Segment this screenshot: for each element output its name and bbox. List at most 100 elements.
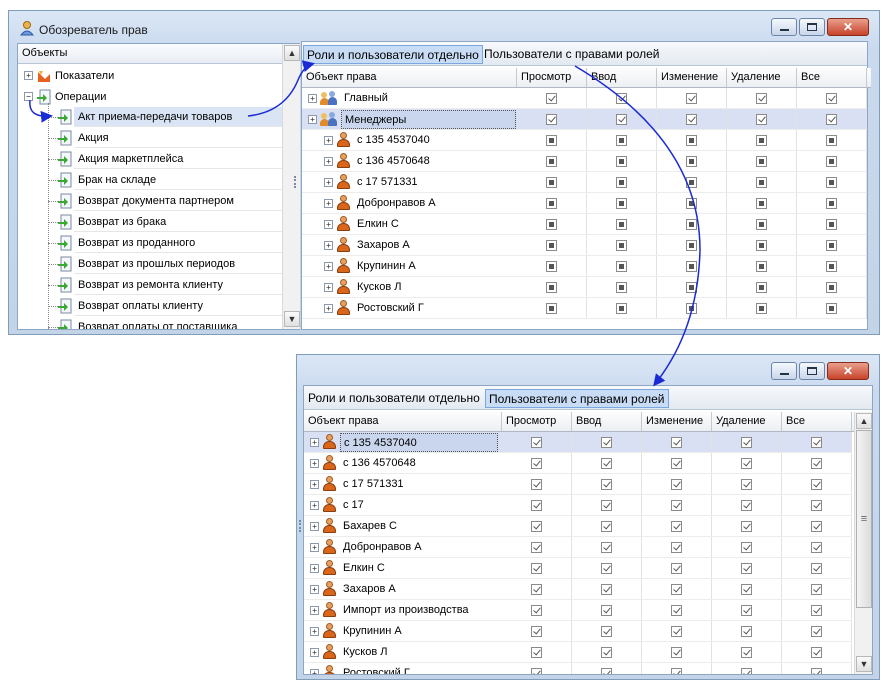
- column-header[interactable]: Все: [797, 68, 867, 88]
- permission-cell[interactable]: [727, 256, 797, 276]
- permission-checkbox[interactable]: [686, 260, 697, 272]
- permission-cell[interactable]: [502, 537, 572, 557]
- permission-cell[interactable]: [517, 256, 587, 276]
- grid-row[interactable]: + Кусков Л: [304, 642, 852, 663]
- permission-cell[interactable]: [572, 453, 642, 473]
- permission-checkbox[interactable]: [741, 625, 752, 637]
- permission-cell[interactable]: [712, 558, 782, 578]
- column-header[interactable]: Просмотр: [517, 68, 587, 88]
- permission-checkbox[interactable]: [601, 499, 612, 511]
- permission-cell[interactable]: [657, 88, 727, 108]
- permission-checkbox[interactable]: [686, 302, 697, 314]
- permission-checkbox[interactable]: [546, 302, 557, 314]
- permission-checkbox[interactable]: [616, 134, 627, 146]
- permission-cell[interactable]: [587, 298, 657, 318]
- tree-leaf-item[interactable]: Возврат из проданного: [74, 233, 282, 253]
- permission-cell[interactable]: [517, 214, 587, 234]
- objects-scrollbar[interactable]: ▲ ▼: [282, 44, 300, 329]
- expander-icon[interactable]: +: [308, 114, 317, 124]
- permission-cell[interactable]: [517, 151, 587, 171]
- permission-checkbox[interactable]: [811, 646, 822, 658]
- permission-cell[interactable]: [727, 214, 797, 234]
- permission-cell[interactable]: [727, 109, 797, 129]
- splitter-grip[interactable]: [294, 176, 297, 188]
- permission-cell[interactable]: [727, 277, 797, 297]
- permission-checkbox[interactable]: [811, 604, 822, 616]
- permission-cell[interactable]: [797, 193, 867, 213]
- permission-checkbox[interactable]: [686, 113, 697, 125]
- permission-checkbox[interactable]: [756, 113, 767, 125]
- row-name-cell[interactable]: + с 17: [304, 495, 502, 515]
- permission-checkbox[interactable]: [531, 646, 542, 658]
- minimize-button[interactable]: [771, 362, 797, 380]
- permission-cell[interactable]: [642, 432, 712, 452]
- permission-checkbox[interactable]: [531, 520, 542, 532]
- maximize-button[interactable]: [799, 362, 825, 380]
- permission-cell[interactable]: [572, 432, 642, 452]
- expander-icon[interactable]: +: [310, 626, 319, 636]
- permission-cell[interactable]: [502, 663, 572, 674]
- grid-row[interactable]: + с 17 571331: [304, 474, 852, 495]
- permission-checkbox[interactable]: [616, 239, 627, 251]
- permission-checkbox[interactable]: [741, 541, 752, 553]
- permission-cell[interactable]: [657, 172, 727, 192]
- expander-icon[interactable]: +: [310, 542, 319, 552]
- permission-cell[interactable]: [587, 151, 657, 171]
- permission-cell[interactable]: [642, 495, 712, 515]
- tree-leaf-item[interactable]: Акция: [74, 128, 282, 148]
- permission-cell[interactable]: [587, 109, 657, 129]
- permission-cell[interactable]: [712, 474, 782, 494]
- permission-checkbox[interactable]: [546, 92, 557, 104]
- permission-cell[interactable]: [517, 130, 587, 150]
- permission-cell[interactable]: [782, 579, 852, 599]
- permission-cell[interactable]: [572, 621, 642, 641]
- permission-checkbox[interactable]: [546, 176, 557, 188]
- scroll-up-button[interactable]: ▲: [284, 45, 300, 61]
- permission-checkbox[interactable]: [741, 478, 752, 490]
- permission-checkbox[interactable]: [546, 260, 557, 272]
- grid-scrollbar[interactable]: ▲ ≡ ▼: [854, 412, 872, 674]
- permission-cell[interactable]: [517, 235, 587, 255]
- permission-checkbox[interactable]: [826, 113, 837, 125]
- permission-cell[interactable]: [642, 579, 712, 599]
- permission-checkbox[interactable]: [826, 92, 837, 104]
- grid-row[interactable]: + Главный: [302, 88, 867, 109]
- permission-checkbox[interactable]: [671, 478, 682, 490]
- permission-cell[interactable]: [517, 298, 587, 318]
- permission-cell[interactable]: [727, 130, 797, 150]
- permission-checkbox[interactable]: [616, 92, 627, 104]
- permission-checkbox[interactable]: [671, 562, 682, 574]
- permission-cell[interactable]: [782, 663, 852, 674]
- column-header[interactable]: Удаление: [712, 412, 782, 432]
- expander-icon[interactable]: +: [310, 668, 319, 674]
- permission-checkbox[interactable]: [756, 260, 767, 272]
- permission-checkbox[interactable]: [756, 197, 767, 209]
- expander-icon[interactable]: +: [324, 303, 333, 313]
- expander-icon[interactable]: +: [310, 500, 319, 510]
- permission-cell[interactable]: [797, 130, 867, 150]
- permission-checkbox[interactable]: [686, 92, 697, 104]
- permission-cell[interactable]: [587, 256, 657, 276]
- row-name-cell[interactable]: + Ростовский Г: [302, 298, 517, 318]
- permission-cell[interactable]: [502, 642, 572, 662]
- permission-cell[interactable]: [797, 277, 867, 297]
- tree-leaf-item[interactable]: Возврат оплаты клиенту: [74, 296, 282, 316]
- permission-cell[interactable]: [727, 298, 797, 318]
- permission-cell[interactable]: [782, 621, 852, 641]
- permission-cell[interactable]: [502, 474, 572, 494]
- permission-cell[interactable]: [657, 256, 727, 276]
- tree-leaf-item[interactable]: Акция маркетплейса: [74, 149, 282, 169]
- permission-checkbox[interactable]: [531, 478, 542, 490]
- permission-cell[interactable]: [642, 663, 712, 674]
- permission-cell[interactable]: [657, 130, 727, 150]
- expander-icon[interactable]: +: [310, 647, 319, 657]
- permission-checkbox[interactable]: [601, 604, 612, 616]
- expander-icon[interactable]: +: [324, 198, 333, 208]
- grid-row[interactable]: + с 136 4570648: [304, 453, 852, 474]
- permission-checkbox[interactable]: [826, 281, 837, 293]
- grid-row[interactable]: + Менеджеры: [302, 109, 867, 130]
- row-name-cell[interactable]: + Захаров А: [302, 235, 517, 255]
- permission-cell[interactable]: [587, 214, 657, 234]
- row-name-cell[interactable]: + с 135 4537040: [302, 130, 517, 150]
- permission-checkbox[interactable]: [741, 520, 752, 532]
